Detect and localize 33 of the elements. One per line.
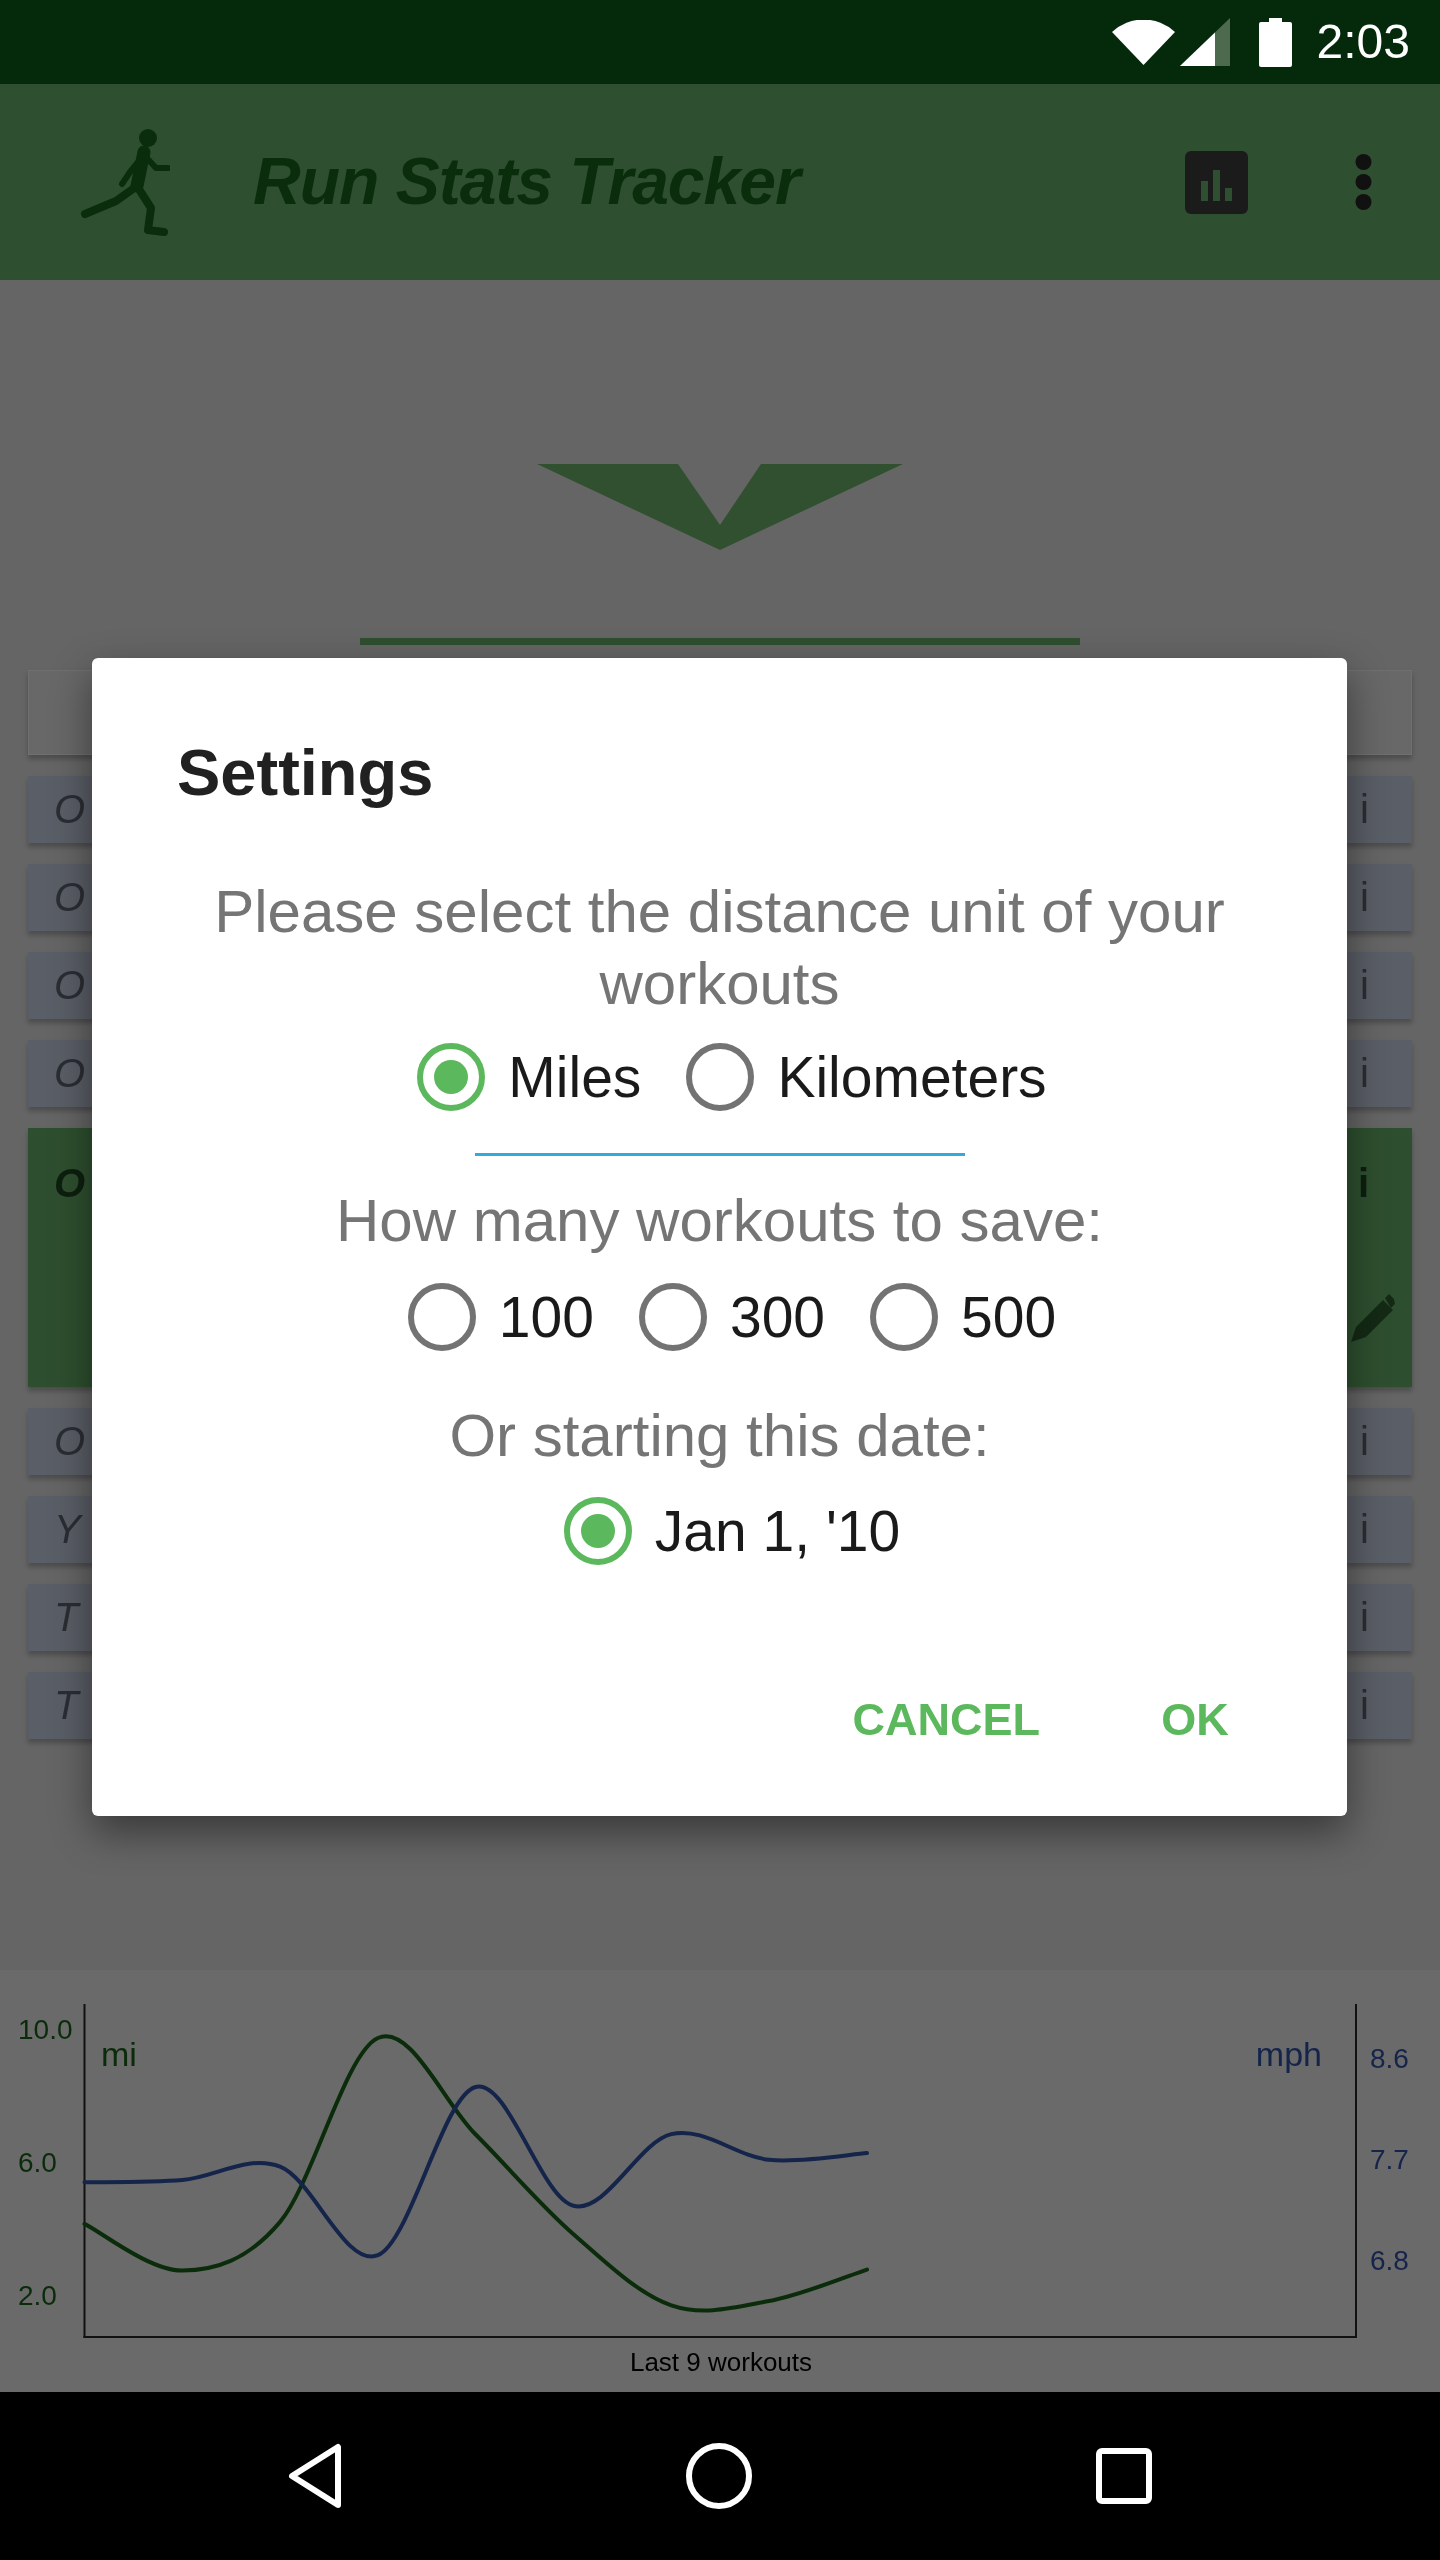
right-y-axis-tick-label: 6.8 [1370, 2245, 1409, 2277]
y-axis-tick-label: 10.0 [18, 2013, 73, 2045]
radio-icon[interactable] [562, 1496, 633, 1566]
signal-icon [1179, 18, 1230, 66]
radio-icon[interactable] [406, 1282, 477, 1352]
recent-apps-icon[interactable] [1096, 2448, 1152, 2504]
wifi-icon [1111, 19, 1175, 65]
x-axis-label: Last 9 workouts [629, 2347, 813, 2377]
prompt-text: How many workouts to save: [335, 1186, 1104, 1256]
radio-option[interactable]: Kilometers [661, 1042, 1047, 1112]
radio-option[interactable]: 100 [382, 1282, 594, 1352]
right-y-axis-tick-label: 8.6 [1370, 2043, 1409, 2075]
radio-icon[interactable] [685, 1042, 756, 1112]
radio-option[interactable]: 300 [613, 1282, 826, 1352]
back-icon[interactable] [288, 2443, 342, 2509]
axis-unit-label: mi [101, 2035, 137, 2073]
y-axis-tick-label: 6.0 [18, 2147, 57, 2178]
y-axis-tick-label: 2.0 [18, 2280, 57, 2312]
prompt-text: Or starting this date: [448, 1401, 991, 1471]
prompt-text: Please select the distance unit of your workouts [213, 877, 1226, 1019]
radio-option[interactable]: Jan 1, '10 [538, 1496, 901, 1566]
radio-icon[interactable] [637, 1282, 708, 1352]
radio-option[interactable]: Miles [392, 1042, 642, 1112]
status-time: 2:03 [1316, 18, 1410, 66]
home-icon[interactable] [686, 2443, 752, 2509]
right-y-axis-tick-label: 7.7 [1370, 2144, 1409, 2176]
dialog-title: Settings [177, 735, 435, 811]
battery-icon [1258, 17, 1292, 67]
radio-icon[interactable] [869, 1282, 940, 1352]
radio-option[interactable]: 500 [845, 1282, 1057, 1352]
radio-icon[interactable] [416, 1042, 487, 1112]
axis-unit-label: mph [1255, 2035, 1322, 2073]
runner-icon [80, 128, 170, 236]
